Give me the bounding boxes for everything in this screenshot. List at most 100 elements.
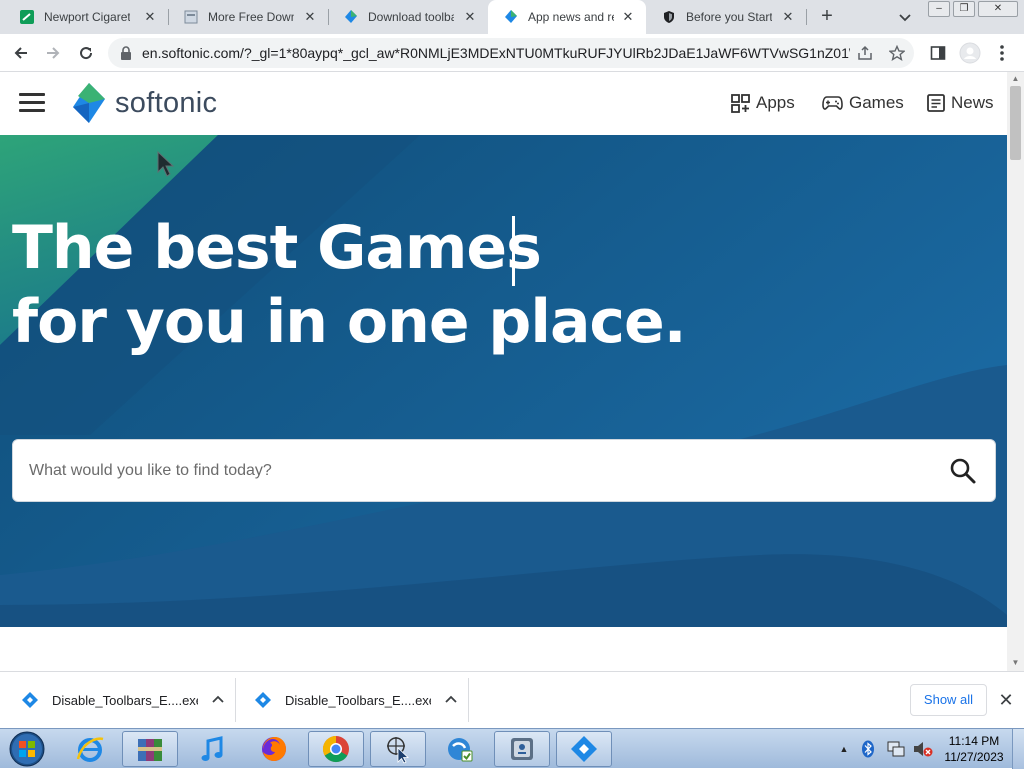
show-desktop-button[interactable] (1012, 729, 1024, 769)
firefox-icon (262, 737, 286, 761)
tab-title: Download toolbar (368, 10, 454, 24)
nav-news[interactable]: News (927, 92, 994, 114)
browser-tab[interactable]: Download toolbar ✕ (328, 0, 488, 34)
taskbar-app[interactable] (494, 731, 550, 767)
download-item[interactable]: Disable_Toolbars_E....exe (3, 678, 236, 722)
downloads-bar: Disable_Toolbars_E....exe Disable_Toolba… (0, 671, 1024, 728)
taskbar-app[interactable] (184, 731, 240, 767)
tab-separator (806, 9, 807, 25)
chevron-up-icon (212, 695, 224, 703)
logo-text: softonic (115, 86, 218, 119)
taskbar-app[interactable] (246, 731, 302, 767)
tab-title: App news and reviews (528, 10, 614, 24)
softonic-icon (504, 10, 518, 24)
softonic-installer-icon (22, 692, 38, 708)
green-square-icon (20, 10, 34, 24)
browser-tab-active[interactable]: App news and reviews ✕ (488, 0, 646, 34)
browser-tab[interactable]: More Free Downloads ✕ (168, 0, 328, 34)
tab-strip: Newport Cigarettes ✕ More Free Downloads… (0, 0, 1024, 34)
nav-apps-label: Apps (756, 93, 795, 112)
clock-time: 11:14 PM (948, 734, 1000, 748)
hamburger-menu-icon[interactable] (19, 93, 45, 113)
hero-title-line1: The best Games (12, 213, 542, 283)
clock-date: 11/27/2023 (944, 750, 1004, 764)
scroll-down-arrow-icon[interactable]: ▼ (1011, 658, 1020, 667)
disk-utility-icon (511, 738, 533, 760)
forward-button[interactable] (41, 41, 65, 65)
system-tray: ▲ (836, 729, 934, 769)
chrome-menu-button[interactable] (990, 41, 1014, 65)
softonic-app-icon (571, 736, 597, 762)
close-tab-icon[interactable]: ✕ (302, 9, 318, 25)
taskbar-app-active[interactable] (308, 731, 364, 767)
url-text[interactable]: en.softonic.com/?_gl=1*80aypq*_gcl_aw*R0… (142, 45, 850, 61)
softonic-logo[interactable]: softonic (71, 82, 217, 124)
close-tab-icon[interactable]: ✕ (462, 9, 478, 25)
nav-news-label: News (951, 93, 994, 112)
lock-icon[interactable] (120, 46, 132, 60)
minimize-button[interactable]: ‒ (928, 1, 950, 17)
profile-avatar[interactable] (958, 41, 982, 65)
back-button[interactable] (9, 41, 33, 65)
browser-tab[interactable]: Newport Cigarettes ✕ (4, 0, 168, 34)
apps-grid-icon (731, 93, 750, 113)
chevron-up-icon (445, 695, 457, 703)
cursor-tool-icon (387, 737, 410, 764)
hero-background (0, 135, 1007, 627)
reload-button[interactable] (74, 41, 98, 65)
close-downloads-icon[interactable]: ✕ (996, 691, 1016, 711)
restore-button[interactable]: ❐ (953, 1, 975, 17)
taskbar-app[interactable] (556, 731, 612, 767)
bookmark-star-icon[interactable] (888, 44, 906, 62)
internet-explorer-icon (76, 737, 104, 762)
taskbar-app[interactable] (370, 731, 426, 767)
search-icon[interactable] (949, 457, 977, 485)
installer-icon (448, 738, 473, 762)
more-vert-icon (1000, 45, 1004, 61)
bluetooth-icon[interactable] (858, 739, 878, 759)
gamepad-icon (822, 96, 843, 110)
close-tab-icon[interactable]: ✕ (780, 9, 796, 25)
hero-banner: The best Games for you in one place. (0, 135, 1007, 627)
winrar-icon (138, 739, 162, 761)
taskbar-app[interactable] (62, 731, 118, 767)
tab-title: More Free Downloads (208, 10, 294, 24)
close-tab-icon[interactable]: ✕ (142, 9, 158, 25)
page-scrollbar[interactable]: ▲ ▼ (1007, 72, 1024, 671)
close-tab-icon[interactable]: ✕ (620, 9, 636, 25)
network-icon[interactable] (886, 739, 906, 759)
itunes-icon (201, 736, 223, 761)
close-window-button[interactable]: ✕ (978, 1, 1018, 17)
windows-start-orb-icon (9, 731, 45, 767)
taskbar-clock[interactable]: 11:14 PM 11/27/2023 (938, 733, 1010, 765)
side-panel-icon (930, 46, 946, 60)
taskbar-app[interactable] (122, 731, 178, 767)
download-item[interactable]: Disable_Toolbars_E....exe (236, 678, 469, 722)
scroll-up-arrow-icon[interactable]: ▲ (1011, 74, 1020, 83)
hero-search-box[interactable] (12, 439, 996, 502)
search-input[interactable] (29, 440, 929, 501)
side-panel-button[interactable] (926, 41, 950, 65)
show-hidden-icons-icon[interactable]: ▲ (836, 744, 852, 754)
chrome-icon (322, 735, 349, 763)
chevron-down-icon[interactable] (895, 7, 915, 27)
address-bar[interactable]: en.softonic.com/?_gl=1*80aypq*_gcl_aw*R0… (108, 38, 914, 68)
text-caret (512, 216, 515, 286)
softonic-icon (344, 10, 358, 24)
reload-icon (80, 47, 93, 60)
browser-tab[interactable]: Before you Start ✕ (646, 0, 806, 34)
new-tab-button[interactable]: + (815, 5, 839, 29)
softonic-logo-icon (73, 83, 105, 123)
start-button[interactable] (5, 730, 49, 768)
scrollbar-thumb[interactable] (1010, 86, 1021, 160)
news-icon (927, 94, 945, 112)
share-icon[interactable] (856, 44, 874, 62)
nav-games[interactable]: Games (822, 92, 904, 114)
nav-apps[interactable]: Apps (731, 92, 795, 114)
shield-icon (662, 10, 676, 24)
browser-toolbar: en.softonic.com/?_gl=1*80aypq*_gcl_aw*R0… (0, 34, 1024, 72)
taskbar-app[interactable] (432, 731, 488, 767)
show-all-button[interactable]: Show all (910, 684, 987, 716)
volume-muted-icon[interactable] (912, 739, 934, 759)
softonic-installer-icon (255, 692, 271, 708)
